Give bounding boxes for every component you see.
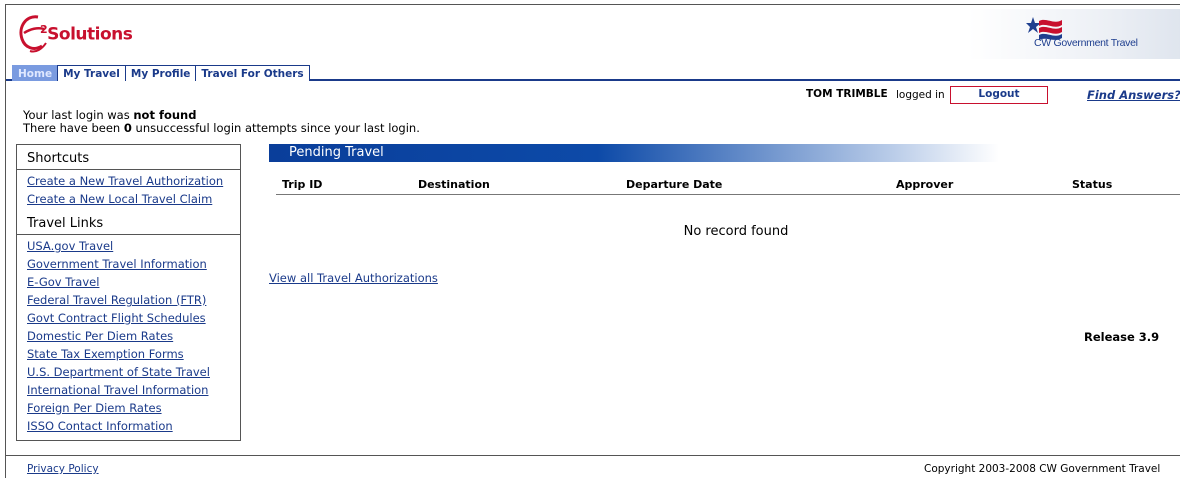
user-bar: TOM TRIMBLE logged in Logout Find Answer… xyxy=(6,85,1180,105)
empty-table-message: No record found xyxy=(683,224,789,239)
sidebar: Shortcuts Create a New Travel Authorizat… xyxy=(16,144,241,441)
shortcut-new-local-travel-claim[interactable]: Create a New Local Travel Claim xyxy=(27,190,240,208)
travel-links-list: USA.gov Travel Government Travel Informa… xyxy=(17,235,240,435)
link-usa-gov-travel[interactable]: USA.gov Travel xyxy=(27,237,240,255)
link-isso-contact-information[interactable]: ISSO Contact Information xyxy=(27,417,240,435)
link-foreign-per-diem-rates[interactable]: Foreign Per Diem Rates xyxy=(27,399,240,417)
failed-attempts-line: There have been 0 unsuccessful login att… xyxy=(23,121,420,135)
footer: Privacy Policy Copyright 2003-2008 CW Go… xyxy=(6,455,1180,478)
shortcut-new-travel-authorization[interactable]: Create a New Travel Authorization xyxy=(27,172,240,190)
tab-my-travel[interactable]: My Travel xyxy=(57,65,126,81)
find-answers-link[interactable]: Find Answers? xyxy=(1087,88,1180,102)
link-dept-of-state-travel[interactable]: U.S. Department of State Travel xyxy=(27,363,240,381)
nav-tabs: Home My Travel My Profile Travel For Oth… xyxy=(12,65,310,81)
user-name: TOM TRIMBLE xyxy=(806,88,888,100)
release-version: Release 3.9 xyxy=(1084,330,1160,344)
brand-name: 2Solutions xyxy=(40,23,133,45)
login-info: Your last login was not found There have… xyxy=(23,109,420,135)
shortcuts-heading: Shortcuts xyxy=(17,145,240,170)
tab-my-profile[interactable]: My Profile xyxy=(124,65,197,81)
tab-travel-for-others[interactable]: Travel For Others xyxy=(195,65,310,81)
copyright: Copyright 2003-2008 CW Government Travel xyxy=(924,463,1161,475)
header: 2Solutions CW Government Travel xyxy=(6,5,1180,63)
logout-button[interactable]: Logout xyxy=(950,86,1048,104)
shortcuts-list: Create a New Travel Authorization Create… xyxy=(17,170,240,208)
pending-travel-heading: Pending Travel xyxy=(269,144,999,162)
link-domestic-per-diem-rates[interactable]: Domestic Per Diem Rates xyxy=(27,327,240,345)
tab-home[interactable]: Home xyxy=(12,65,59,81)
column-departure-date: Departure Date xyxy=(626,178,723,191)
pending-table-header: Trip ID Destination Departure Date Appro… xyxy=(276,173,1180,195)
column-trip-id: Trip ID xyxy=(282,178,323,191)
column-status: Status xyxy=(1072,178,1113,191)
partner-name: CW Government Travel xyxy=(1034,37,1138,49)
link-federal-travel-regulation[interactable]: Federal Travel Regulation (FTR) xyxy=(27,291,240,309)
privacy-policy-link[interactable]: Privacy Policy xyxy=(27,463,99,475)
travel-links-heading: Travel Links xyxy=(17,213,240,235)
link-international-travel-information[interactable]: International Travel Information xyxy=(27,381,240,399)
login-status: logged in xyxy=(896,89,945,101)
link-govt-contract-flight-schedules[interactable]: Govt Contract Flight Schedules xyxy=(27,309,240,327)
view-all-authorizations-link[interactable]: View all Travel Authorizations xyxy=(269,271,438,285)
column-approver: Approver xyxy=(896,178,954,191)
link-state-tax-exemption-forms[interactable]: State Tax Exemption Forms xyxy=(27,345,240,363)
page-frame: 2Solutions CW Government Travel Home My … xyxy=(5,4,1180,478)
link-e-gov-travel[interactable]: E-Gov Travel xyxy=(27,273,240,291)
link-government-travel-information[interactable]: Government Travel Information xyxy=(27,255,240,273)
nav-bar: Home My Travel My Profile Travel For Oth… xyxy=(6,63,1180,81)
e2solutions-logo: 2Solutions xyxy=(14,11,154,57)
cw-government-travel-logo: CW Government Travel xyxy=(968,9,1180,59)
column-destination: Destination xyxy=(418,178,490,191)
